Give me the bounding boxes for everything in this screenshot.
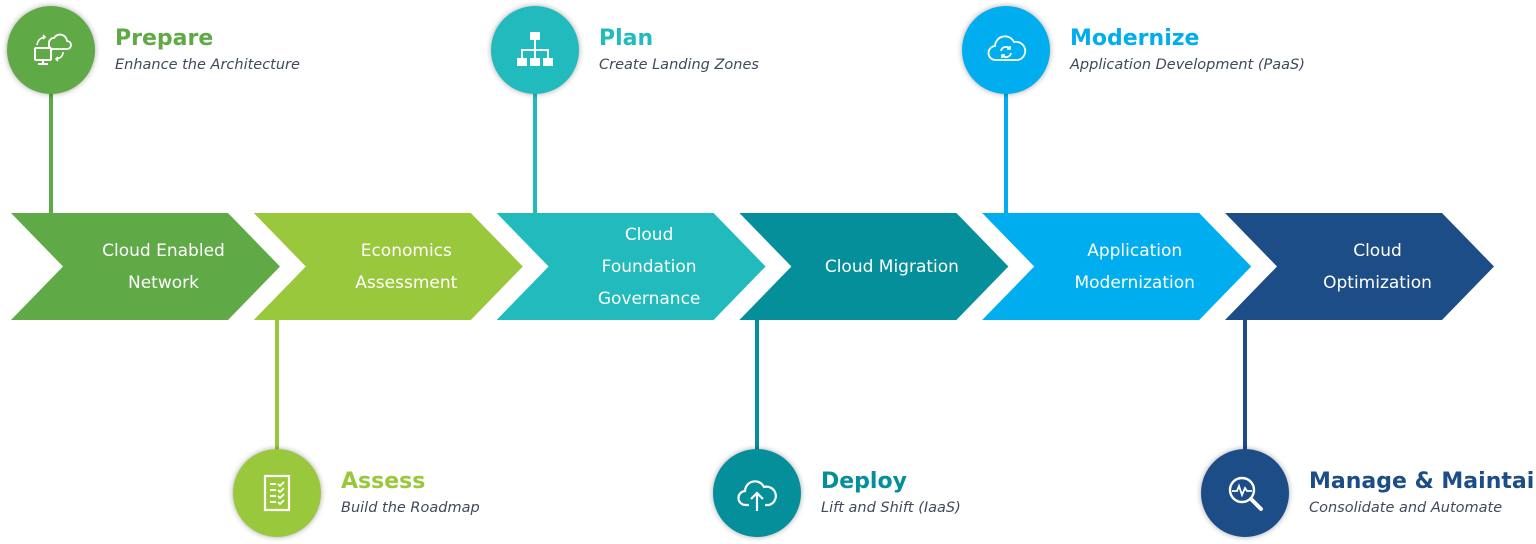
stage-label: Application Modernization — [1034, 213, 1235, 321]
stage-label: Cloud Enabled Network — [63, 213, 264, 321]
phase-circle — [491, 6, 579, 94]
stage-label-line: Cloud Enabled — [102, 241, 225, 261]
phase-subtitle: Create Landing Zones — [599, 57, 759, 73]
magnify-pulse-icon — [1228, 476, 1263, 511]
phase-subtitle: Application Development (PaaS) — [1070, 57, 1305, 73]
cloud-journey-diagram: Cloud Enabled Network Economics Assessment C… — [0, 0, 1536, 544]
phase-title: Deploy — [821, 469, 907, 494]
phase-title: Manage & Maintain — [1309, 469, 1536, 494]
cloud-refresh-icon — [987, 35, 1027, 61]
checklist-icon — [263, 474, 291, 512]
phase-circle — [7, 6, 95, 94]
cloud-sync-monitor-icon — [34, 33, 72, 65]
stage-label: Economics Assessment — [306, 213, 507, 321]
phase-circle — [713, 449, 801, 537]
phase-title: Prepare — [115, 26, 214, 51]
stage-label-line: Optimization — [1323, 273, 1432, 293]
stage-label-line: Application — [1087, 241, 1183, 261]
stage-label: Cloud Migration — [791, 213, 992, 321]
stage-label-line: Governance — [597, 289, 701, 309]
stage-label: Cloud Optimization — [1277, 213, 1478, 321]
phase-title: Modernize — [1070, 26, 1200, 51]
cloud-upload-icon — [737, 480, 777, 511]
stage-label-line: Modernization — [1074, 273, 1195, 293]
phase-subtitle: Build the Roadmap — [341, 500, 480, 516]
stage-label-line: Assessment — [355, 273, 458, 293]
phase-title: Assess — [341, 469, 426, 494]
stage-label-line: Economics — [360, 241, 452, 261]
stage-label-line: Network — [128, 273, 199, 293]
phase-circle — [962, 6, 1050, 94]
phase-circle — [1201, 449, 1289, 537]
stage-label-line: Cloud Migration — [824, 257, 959, 277]
stage-label-line: Cloud — [1353, 241, 1402, 261]
phase-subtitle: Lift and Shift (IaaS) — [821, 500, 961, 516]
phase-subtitle: Consolidate and Automate — [1309, 500, 1503, 516]
phase-circle — [233, 449, 321, 537]
phase-subtitle: Enhance the Architecture — [115, 57, 300, 73]
phase-title: Plan — [599, 26, 654, 51]
stage-label-line: Cloud — [624, 225, 674, 245]
stage-label: Cloud Foundation Governance — [549, 213, 750, 321]
stage-label-line: Foundation — [601, 257, 697, 277]
hierarchy-icon — [517, 32, 553, 66]
